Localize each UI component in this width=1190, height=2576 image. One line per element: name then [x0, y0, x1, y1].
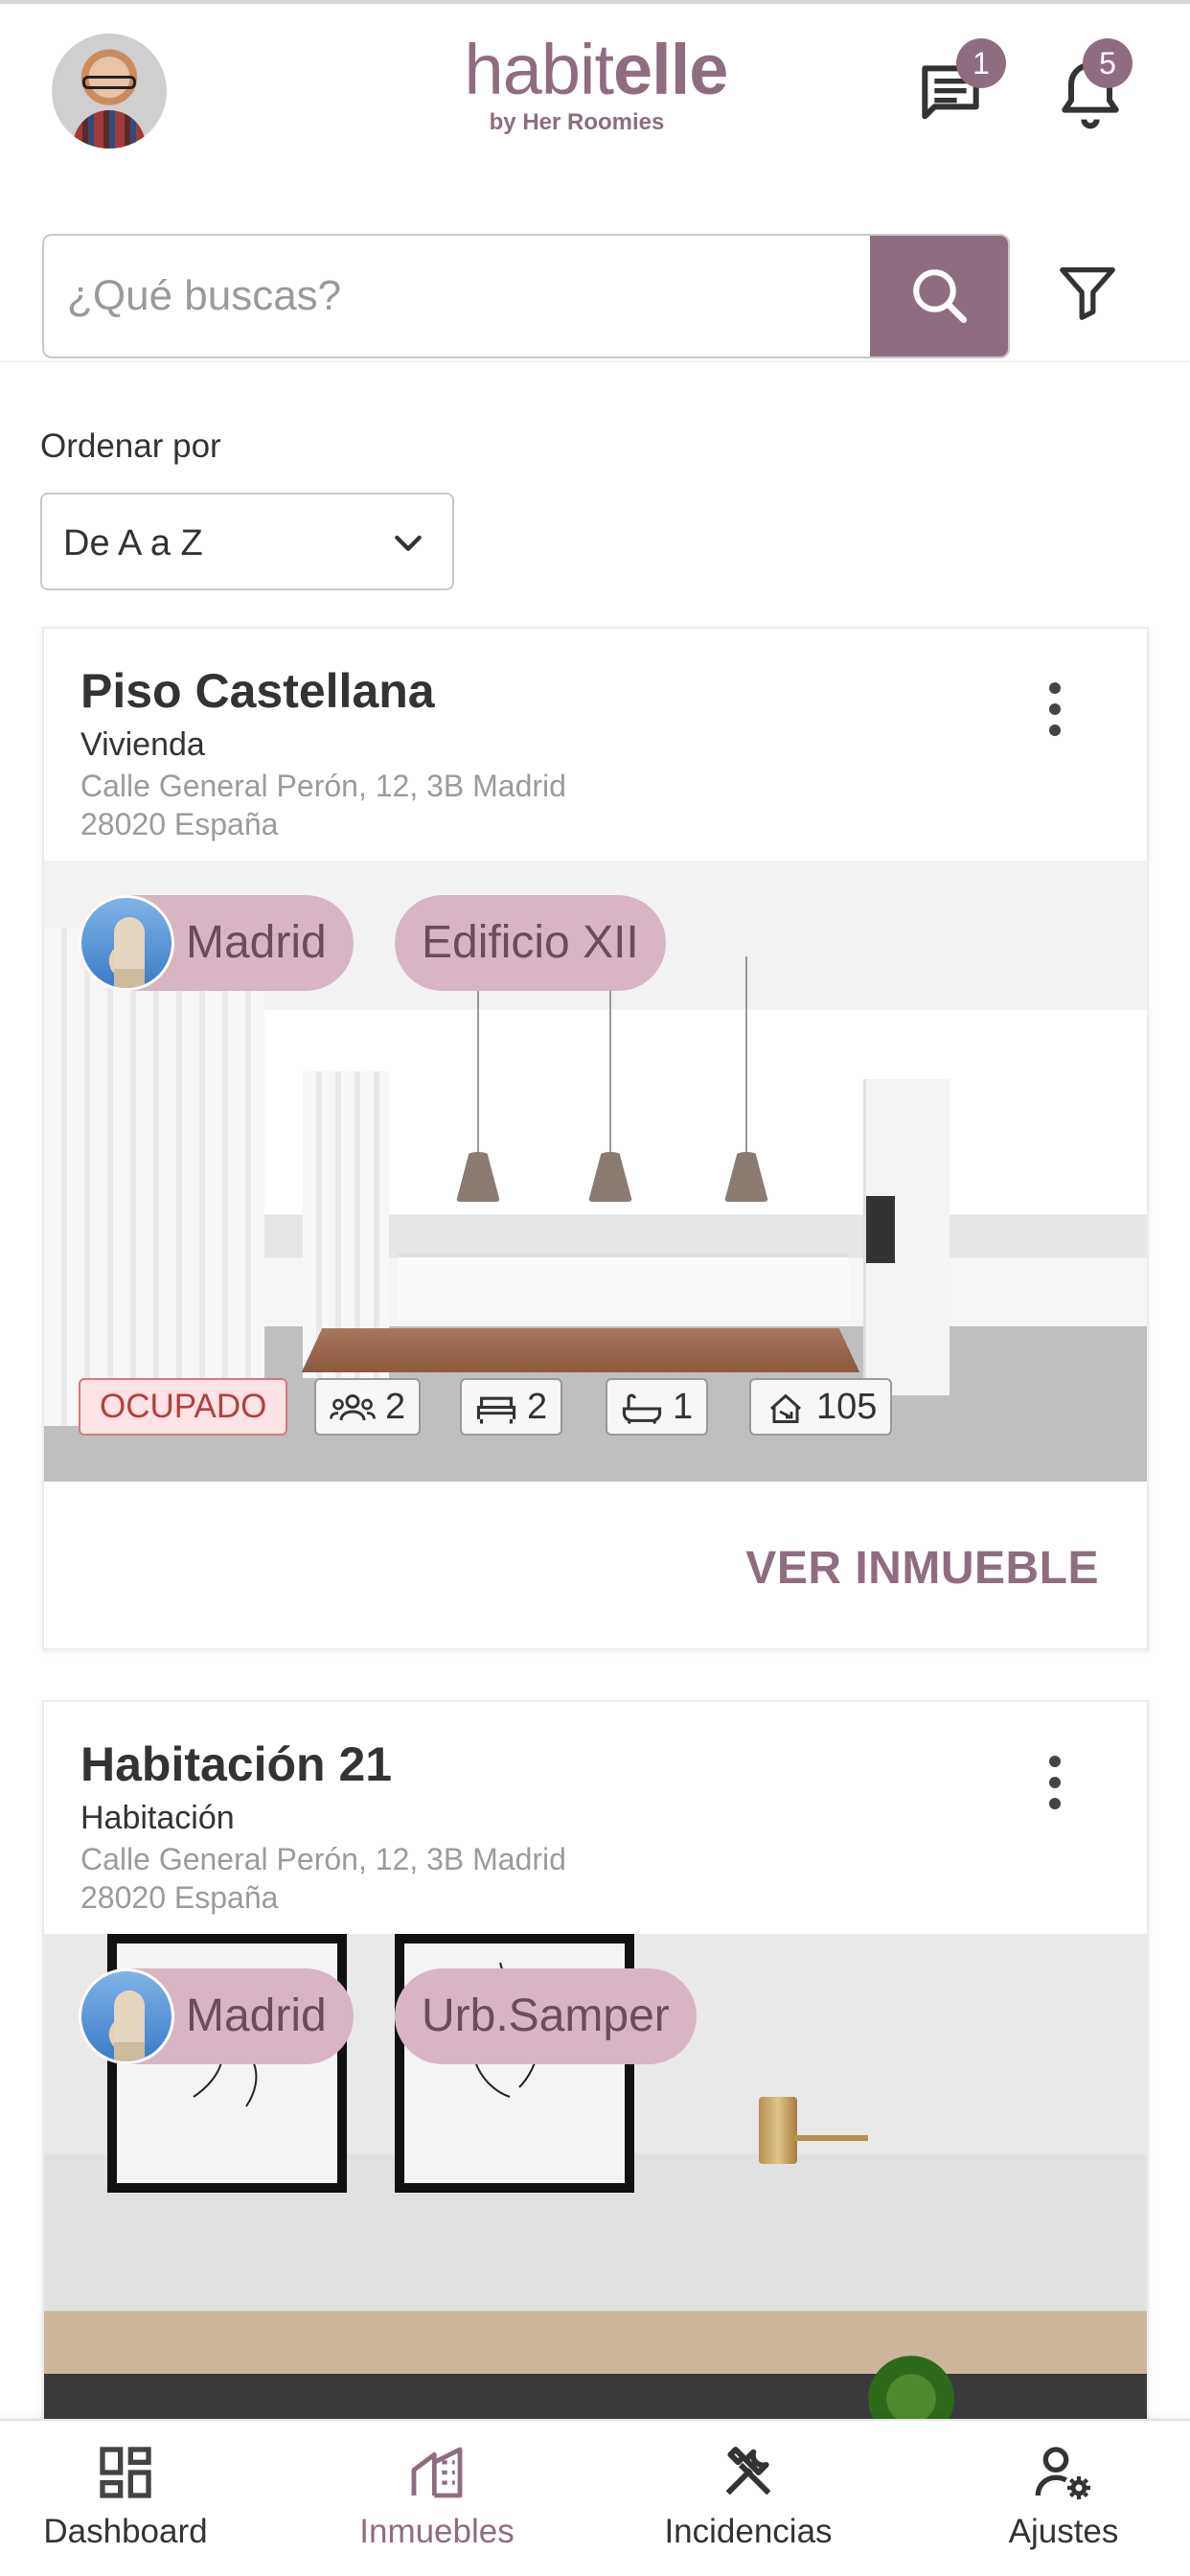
- property-photo: Madrid Edificio XII OCUPADO 2 2 1 105: [44, 861, 1147, 1482]
- photo-kitchen-counter: [399, 1254, 849, 1321]
- photo-wall-lamp-arm: [791, 2135, 868, 2141]
- search-input[interactable]: [67, 236, 872, 356]
- search-button[interactable]: [870, 236, 1008, 356]
- photo-oven: [866, 1196, 895, 1263]
- photo-table: [301, 1327, 860, 1372]
- bottom-navigation: Dashboard Inmuebles Incidencias Ajustes: [0, 2419, 1190, 2576]
- chevron-down-icon: [395, 535, 422, 551]
- more-options-icon[interactable]: [1041, 1756, 1069, 1823]
- nav-item-incidencias[interactable]: Incidencias: [648, 2442, 849, 2566]
- occupants-count: 2: [385, 1387, 406, 1427]
- search-icon: [913, 269, 968, 324]
- address-line: Calle General Perón, 12, 3B Madrid: [80, 769, 566, 803]
- nav-item-inmuebles[interactable]: Inmuebles: [341, 2442, 533, 2566]
- app-header: habitelle by Her Roomies 1 5: [0, 0, 1190, 192]
- area-feature: 105: [749, 1378, 893, 1436]
- user-avatar[interactable]: [52, 34, 167, 149]
- filter-icon[interactable]: [1054, 259, 1121, 326]
- city-chip[interactable]: Madrid: [79, 895, 354, 991]
- tools-icon: [725, 2447, 771, 2496]
- beds-count: 2: [527, 1387, 548, 1427]
- nav-label: Inmuebles: [359, 2513, 515, 2550]
- property-address: Calle General Perón, 12, 3B Madrid 28020…: [80, 1840, 751, 1917]
- sort-label: Ordenar por: [40, 427, 221, 465]
- user-settings-icon: [1035, 2447, 1090, 2499]
- photo-lamp: [609, 985, 611, 1158]
- baths-feature: 1: [606, 1378, 709, 1436]
- messages-badge: 1: [956, 38, 1006, 88]
- building-chip-label: Edificio XII: [422, 917, 639, 968]
- photo-lamp: [477, 985, 479, 1158]
- occupants-feature: 2: [314, 1378, 422, 1436]
- photo-curtain: [44, 928, 264, 1426]
- nav-label: Dashboard: [43, 2513, 208, 2550]
- logo-wordmark: habitelle: [462, 34, 730, 105]
- photo-lamp: [745, 956, 747, 1158]
- view-property-button[interactable]: VER INMUEBLE: [745, 1542, 1099, 1595]
- bed-icon: [476, 1396, 516, 1424]
- property-type: Habitación: [80, 1800, 235, 1836]
- property-type: Vivienda: [80, 726, 205, 763]
- address-line: 28020 España: [80, 807, 279, 841]
- notifications-badge: 5: [1083, 38, 1133, 88]
- city-chip[interactable]: Madrid: [79, 1968, 354, 2064]
- beds-feature: 2: [460, 1378, 563, 1436]
- area-icon: [769, 1393, 802, 1423]
- more-options-icon[interactable]: [1041, 682, 1069, 749]
- dashboard-icon: [100, 2447, 151, 2498]
- status-badge: OCUPADO: [79, 1378, 288, 1436]
- property-card: Piso Castellana Vivienda Calle General P…: [42, 627, 1149, 1650]
- property-address: Calle General Perón, 12, 3B Madrid 28020…: [80, 767, 751, 843]
- building-icon: [411, 2447, 463, 2498]
- property-title: Habitación 21: [80, 1737, 393, 1791]
- city-icon: [79, 1968, 174, 2064]
- building-chip[interactable]: Urb.Samper: [395, 1968, 697, 2064]
- nav-item-dashboard[interactable]: Dashboard: [34, 2442, 217, 2566]
- divider: [0, 360, 1190, 362]
- app-logo: habitelle by Her Roomies: [462, 17, 730, 161]
- property-title: Piso Castellana: [80, 664, 435, 718]
- photo-wall-lamp: [759, 2097, 797, 2164]
- address-line: 28020 España: [80, 1880, 279, 1915]
- nav-label: Incidencias: [664, 2513, 833, 2550]
- logo-text-elle: elle: [613, 30, 728, 109]
- city-chip-label: Madrid: [186, 1990, 327, 2041]
- building-chip[interactable]: Edificio XII: [395, 895, 666, 991]
- area-value: 105: [816, 1387, 878, 1427]
- address-line: Calle General Perón, 12, 3B Madrid: [80, 1842, 566, 1876]
- nav-item-ajustes[interactable]: Ajustes: [987, 2442, 1140, 2566]
- nav-label: Ajustes: [1008, 2513, 1119, 2550]
- logo-subtitle: by Her Roomies: [489, 109, 665, 135]
- bathtub-icon: [622, 1393, 662, 1425]
- avatar-glasses: [82, 76, 136, 89]
- people-icon: [330, 1393, 376, 1421]
- city-chip-label: Madrid: [186, 917, 327, 968]
- building-chip-label: Urb.Samper: [422, 1990, 670, 2041]
- search-bar: [42, 234, 1010, 358]
- sort-dropdown[interactable]: De A a Z: [40, 493, 454, 590]
- baths-count: 1: [673, 1387, 694, 1427]
- logo-text-habit: habit: [464, 30, 614, 109]
- sort-selected-value: De A a Z: [63, 523, 203, 564]
- city-icon: [79, 895, 174, 991]
